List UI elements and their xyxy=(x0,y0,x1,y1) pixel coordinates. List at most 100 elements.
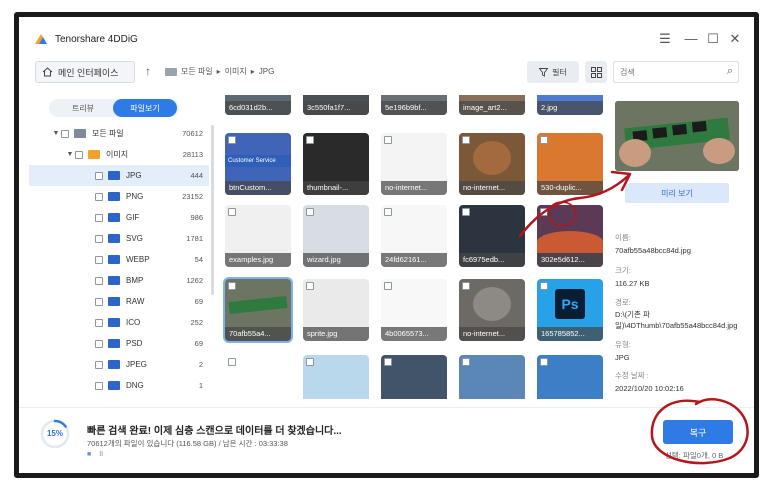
close-button[interactable]: ✕ xyxy=(727,31,743,47)
thumbnail-checkbox[interactable] xyxy=(462,208,470,216)
file-thumbnail[interactable]: wizard.jpg xyxy=(303,205,369,267)
sidebar-scrollbar[interactable] xyxy=(211,125,214,295)
file-thumbnail[interactable]: sprite.jpg xyxy=(303,279,369,341)
thumbnail-checkbox[interactable] xyxy=(540,282,548,290)
caret-down-icon[interactable]: ▼ xyxy=(51,130,61,137)
tree-item[interactable]: PNG 23152 xyxy=(29,186,209,207)
app-logo-icon xyxy=(35,34,47,44)
menu-icon[interactable]: ☰ xyxy=(657,31,673,47)
thumbnail-checkbox[interactable] xyxy=(540,136,548,144)
file-thumbnail[interactable]: 302e5d612... xyxy=(537,205,603,267)
search-icon[interactable]: ⌕ xyxy=(727,65,733,78)
tree-item[interactable]: RAW 69 xyxy=(29,291,209,312)
tree-item[interactable]: ICO 252 xyxy=(29,312,209,333)
thumbnail-checkbox[interactable] xyxy=(228,282,236,290)
tree-item[interactable]: DNG 1 xyxy=(29,375,209,396)
tree-item[interactable]: GIF 986 xyxy=(29,207,209,228)
filter-button[interactable]: 필터 xyxy=(527,61,579,83)
tree-checkbox[interactable] xyxy=(95,339,103,348)
tree-checkbox[interactable] xyxy=(95,276,103,285)
caret-down-icon[interactable]: ▼ xyxy=(65,151,75,158)
file-thumbnail[interactable]: image_art2... xyxy=(459,95,525,115)
up-arrow-icon[interactable]: ↑ xyxy=(145,64,151,78)
file-thumbnail[interactable]: 로드.jpg xyxy=(225,355,291,399)
recover-button[interactable]: 복구 xyxy=(663,420,733,444)
maximize-button[interactable]: ☐ xyxy=(705,31,721,47)
file-thumbnail[interactable]: no-internet... xyxy=(459,279,525,341)
thumbnail-checkbox[interactable] xyxy=(306,136,314,144)
thumbnail-checkbox[interactable] xyxy=(540,208,548,216)
file-thumbnail[interactable]: 24fd62161... xyxy=(381,205,447,267)
tree-checkbox[interactable] xyxy=(75,150,83,159)
minimize-button[interactable]: — xyxy=(683,31,699,46)
file-thumbnail[interactable]: humanseg... xyxy=(459,355,525,399)
tree-item[interactable]: ▼ 모든 파일 70612 xyxy=(29,123,209,144)
home-button[interactable]: 메인 인터페이스 xyxy=(35,61,135,83)
search-input[interactable] xyxy=(620,65,716,79)
breadcrumb-item[interactable]: 모든 파일 xyxy=(181,66,213,77)
tree-item[interactable]: PSD 69 xyxy=(29,333,209,354)
tree-checkbox[interactable] xyxy=(95,192,103,201)
breadcrumb-item[interactable]: 이미지 xyxy=(225,66,247,77)
tree-checkbox[interactable] xyxy=(95,318,103,327)
thumbnail-checkbox[interactable] xyxy=(306,358,314,366)
tree-item[interactable]: BMP 1262 xyxy=(29,270,209,291)
grid-view-button[interactable] xyxy=(585,61,607,83)
tab-file-view[interactable]: 파일보기 xyxy=(113,99,177,117)
file-thumbnail[interactable]: no-internet... xyxy=(459,133,525,195)
file-thumbnail[interactable]: 530-duplic... xyxy=(537,133,603,195)
file-thumbnail[interactable]: fc6975edb... xyxy=(459,205,525,267)
grid-view-icon xyxy=(590,66,602,78)
file-thumbnail[interactable]: recover-dat... xyxy=(537,355,603,399)
scan-controls: ■ II xyxy=(87,451,103,458)
file-thumbnail[interactable]: 5e196b9bf... xyxy=(381,95,447,115)
tree-item[interactable]: ▼ 이미지 28113 xyxy=(29,144,209,165)
thumbnail-checkbox[interactable] xyxy=(228,136,236,144)
file-thumbnail[interactable]: fog-directo... xyxy=(303,355,369,399)
folder-icon xyxy=(108,297,120,306)
tree-checkbox[interactable] xyxy=(95,297,103,306)
tree-checkbox[interactable] xyxy=(95,171,103,180)
thumbnail-checkbox[interactable] xyxy=(384,136,392,144)
tree-checkbox[interactable] xyxy=(95,360,103,369)
file-thumbnail[interactable]: 2.jpg xyxy=(537,95,603,115)
thumbnail-checkbox[interactable] xyxy=(228,358,236,366)
thumbnail-filename: 2.jpg xyxy=(537,101,603,115)
file-thumbnail[interactable]: 4b0065573... xyxy=(381,279,447,341)
file-thumbnail[interactable]: 3c550fa1f7... xyxy=(303,95,369,115)
tree-item[interactable]: SVG 1781 xyxy=(29,228,209,249)
preview-button[interactable]: 미리 보기 xyxy=(625,183,729,203)
dog-photo xyxy=(473,141,511,175)
thumbnail-checkbox[interactable] xyxy=(228,208,236,216)
tree-item[interactable]: WEBP 54 xyxy=(29,249,209,270)
stop-icon[interactable]: ■ xyxy=(87,451,91,458)
file-thumbnail[interactable]: examples.jpg xyxy=(225,205,291,267)
thumbnail-checkbox[interactable] xyxy=(462,282,470,290)
file-thumbnail[interactable]: 6cd031d2b... xyxy=(225,95,291,115)
file-thumbnail[interactable]: 70afb55a4... xyxy=(223,277,293,343)
file-thumbnail[interactable]: Ps 165785852... xyxy=(537,279,603,341)
file-thumbnail[interactable]: Customer Service btnCustom... xyxy=(225,133,291,195)
file-thumbnail[interactable]: thumbnail-... xyxy=(303,133,369,195)
tree-item[interactable]: JPEG 2 xyxy=(29,354,209,375)
thumbnail-checkbox[interactable] xyxy=(384,282,392,290)
thumbnail-checkbox[interactable] xyxy=(462,358,470,366)
pause-icon[interactable]: II xyxy=(99,451,103,458)
file-thumbnail[interactable]: 37645983e... xyxy=(381,355,447,399)
tree-item[interactable]: JPG 444 xyxy=(29,165,209,186)
status-bar: 15% 빠른 검색 완료! 이제 심층 스캔으로 데이터를 더 찾겠습니다...… xyxy=(19,407,754,473)
tree-checkbox[interactable] xyxy=(95,255,103,264)
thumbnail-checkbox[interactable] xyxy=(540,358,548,366)
thumbnail-checkbox[interactable] xyxy=(384,208,392,216)
thumbnail-checkbox[interactable] xyxy=(306,208,314,216)
file-thumbnail[interactable]: no-internet... xyxy=(381,133,447,195)
thumbnail-checkbox[interactable] xyxy=(306,282,314,290)
tree-checkbox[interactable] xyxy=(95,381,103,390)
tree-checkbox[interactable] xyxy=(95,213,103,222)
thumbnail-checkbox[interactable] xyxy=(462,136,470,144)
breadcrumb-item[interactable]: JPG xyxy=(259,67,275,76)
tab-tree-view[interactable]: 트리뷰 xyxy=(51,99,115,117)
tree-checkbox[interactable] xyxy=(95,234,103,243)
thumbnail-checkbox[interactable] xyxy=(384,358,392,366)
tree-checkbox[interactable] xyxy=(61,129,69,138)
